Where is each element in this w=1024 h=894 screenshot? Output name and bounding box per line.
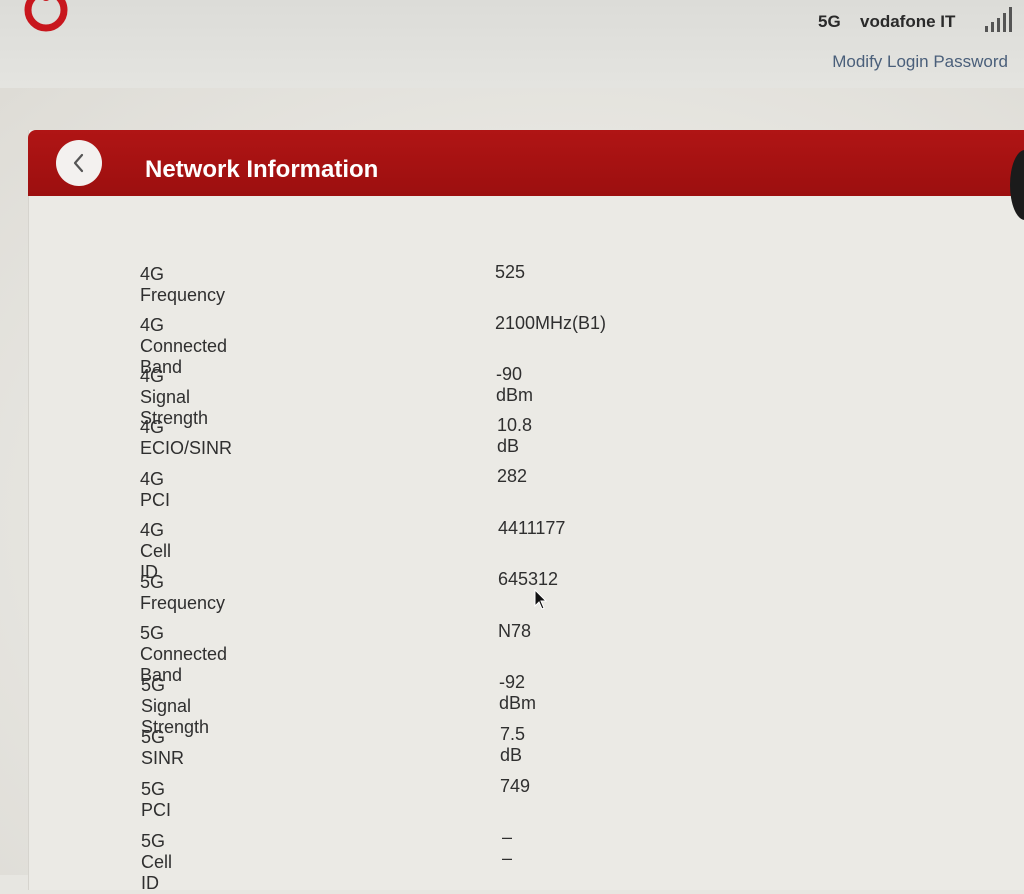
- info-value-5g-frequency: 645312: [498, 569, 559, 589]
- info-value-5g-signal-strength: -92 dBm: [499, 672, 537, 713]
- back-button[interactable]: [56, 140, 102, 186]
- info-value-4g-signal-strength: -90 dBm: [496, 364, 534, 405]
- carrier-name: vodafone IT: [860, 12, 956, 31]
- vodafone-logo-icon: [24, 0, 68, 32]
- mouse-cursor-icon: [534, 589, 548, 610]
- info-label-5g-sinr: 5G SINR: [141, 727, 185, 768]
- info-label-4g-frequency: 4G Frequency: [140, 264, 226, 305]
- network-mode-indicator: 5G: [818, 12, 841, 31]
- info-value-4g-cell-id: 4411177: [498, 518, 566, 538]
- info-value-4g-frequency: 525: [495, 262, 526, 282]
- info-value-4g-connected-band: 2100MHz(B1): [495, 313, 607, 333]
- top-bar: 5G vodafone IT Modify Login Password: [0, 0, 1024, 88]
- modify-login-password-link[interactable]: Modify Login Password: [832, 52, 1008, 72]
- info-value-5g-connected-band: N78: [498, 621, 532, 641]
- info-label-4g-ecio-sinr: 4G ECIO/SINR: [140, 417, 233, 458]
- info-value-5g-cell-id: – –: [502, 827, 513, 868]
- chevron-left-icon: [73, 153, 84, 173]
- page-title: Network Information: [145, 156, 379, 183]
- info-value-4g-pci: 282: [497, 466, 528, 486]
- info-value-4g-ecio-sinr: 10.8 dB: [497, 415, 533, 456]
- info-value-5g-sinr: 7.5 dB: [500, 724, 526, 765]
- info-value-5g-pci: 749: [500, 776, 531, 796]
- info-label-5g-pci: 5G PCI: [141, 779, 172, 820]
- signal-bars-icon: [985, 7, 1012, 32]
- info-label-5g-frequency: 5G Frequency: [140, 572, 226, 613]
- info-label-4g-pci: 4G PCI: [140, 469, 171, 510]
- info-label-5g-cell-id: 5G Cell ID: [141, 831, 173, 893]
